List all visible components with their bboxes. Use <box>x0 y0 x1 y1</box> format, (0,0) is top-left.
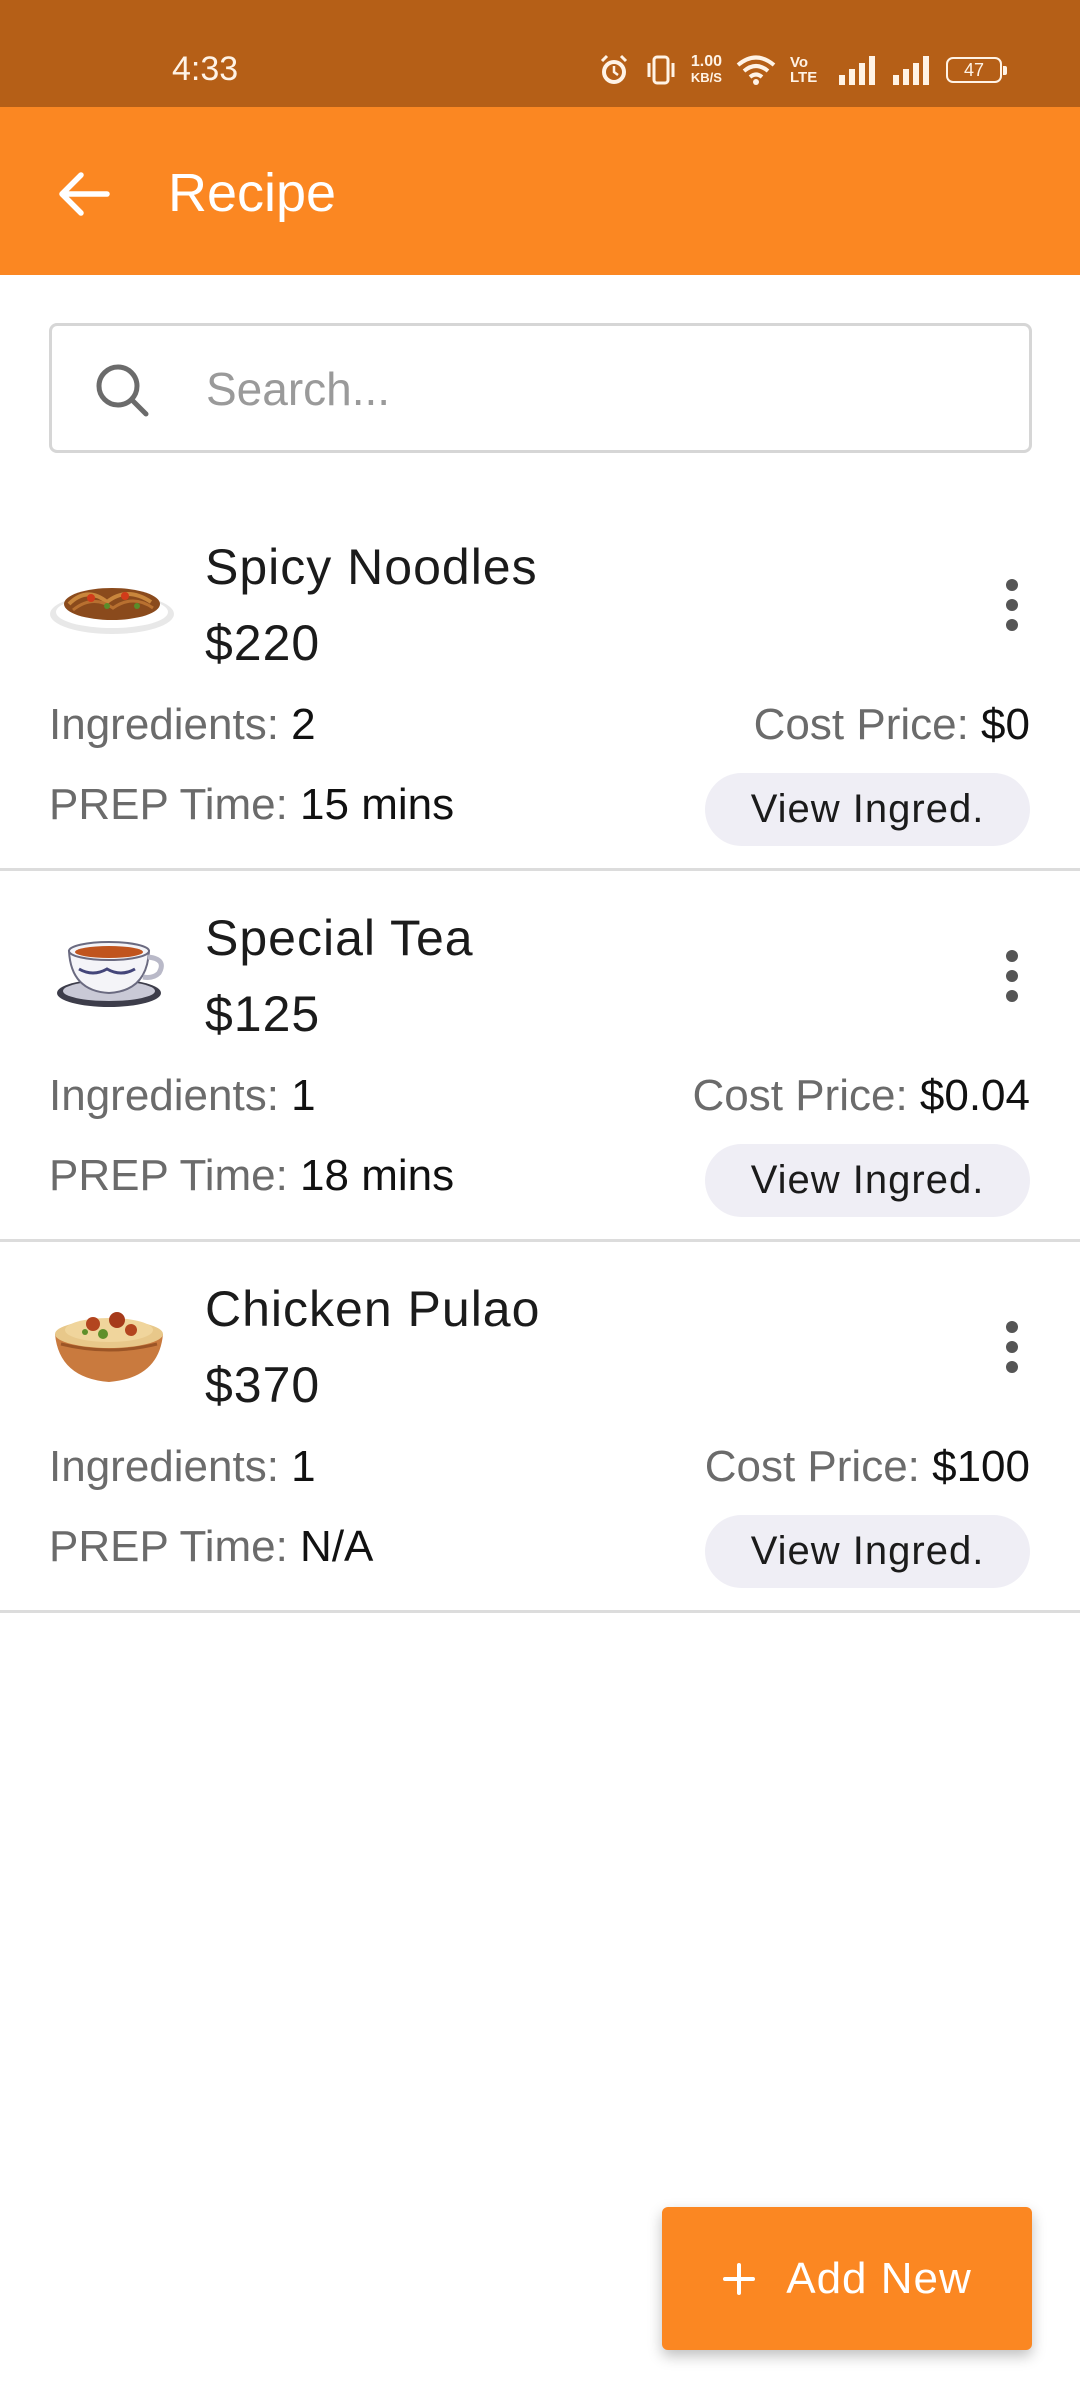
ingredients-count: Ingredients: 1 <box>49 1442 316 1492</box>
recipe-list: Spicy Noodles $220 Ingredients: 2 Cost P… <box>0 500 1080 1613</box>
search-box[interactable] <box>49 323 1032 453</box>
vibrate-icon <box>645 53 677 87</box>
recipe-price: $370 <box>205 1357 321 1413</box>
search-input[interactable] <box>204 346 988 432</box>
tea-cup-image <box>47 907 177 1037</box>
battery-icon: 47 <box>946 57 1007 83</box>
wifi-icon <box>736 54 776 86</box>
prep-time-label: PREP Time: <box>49 1151 301 1200</box>
ingredients-count: Ingredients: 2 <box>49 700 316 750</box>
net-speed-value: 1.00 <box>690 53 722 70</box>
prep-time-label: PREP Time: <box>49 780 301 829</box>
more-vertical-icon <box>1006 1321 1018 1373</box>
arrow-left-icon <box>59 172 110 216</box>
prep-time-label: PREP Time: <box>49 1522 301 1571</box>
prep-time-value: N/A <box>300 1522 374 1571</box>
net-speed-unit: KB/S <box>690 70 722 85</box>
more-vertical-icon <box>1006 950 1018 1002</box>
cost-price-label: Cost Price: <box>753 700 982 749</box>
recipe-name: Special Tea <box>205 910 474 966</box>
ingredients-value: 1 <box>291 1442 316 1491</box>
recipe-price: $125 <box>205 986 321 1042</box>
more-options-button[interactable] <box>992 570 1032 640</box>
alarm-icon <box>597 53 631 87</box>
net-speed-indicator: 1.00 KB/S <box>691 54 722 86</box>
cost-price-value: $0.04 <box>919 1071 1030 1120</box>
prep-time-value: 18 mins <box>300 1151 455 1200</box>
app-bar: Recipe <box>0 107 1080 275</box>
recipe-card[interactable]: Chicken Pulao $370 Ingredients: 1 Cost P… <box>0 1242 1080 1613</box>
pulao-bowl-image <box>47 1278 177 1408</box>
battery-level: 47 <box>963 59 985 80</box>
recipe-card[interactable]: Special Tea $125 Ingredients: 1 Cost Pri… <box>0 871 1080 1242</box>
cost-price-label: Cost Price: <box>704 1442 933 1491</box>
noodles-image <box>47 536 177 666</box>
recipe-name: Chicken Pulao <box>205 1281 541 1337</box>
prep-time: PREP Time: 18 mins <box>49 1151 454 1201</box>
recipe-price: $220 <box>205 615 321 671</box>
view-ingredients-button[interactable]: View Ingred. <box>705 1144 1030 1217</box>
prep-time: PREP Time: 15 mins <box>49 780 454 830</box>
ingredients-count: Ingredients: 1 <box>49 1071 316 1121</box>
more-options-button[interactable] <box>992 941 1032 1011</box>
ingredients-value: 1 <box>291 1071 316 1120</box>
more-vertical-icon <box>1006 579 1018 631</box>
prep-time-value: 15 mins <box>300 780 455 829</box>
more-options-button[interactable] <box>992 1312 1032 1382</box>
ingredients-label: Ingredients: <box>49 1442 292 1491</box>
ingredients-label: Ingredients: <box>49 1071 292 1120</box>
cost-price-value: $100 <box>932 1442 1030 1491</box>
cost-price-label: Cost Price: <box>692 1071 920 1120</box>
view-ingredients-button[interactable]: View Ingred. <box>705 773 1030 846</box>
view-ingredients-button[interactable]: View Ingred. <box>705 1515 1030 1588</box>
status-time: 4:33 <box>172 50 239 88</box>
add-new-button[interactable]: Add New <box>662 2207 1032 2350</box>
volte-indicator: Vo LTE <box>790 54 818 86</box>
status-bar: 4:33 1.00 KB/S Vo LTE 47 <box>0 0 1080 107</box>
cost-price-value: $0 <box>981 700 1030 749</box>
cost-price: Cost Price: $0 <box>754 700 1030 750</box>
signal-icon-2 <box>892 55 932 85</box>
plus-icon <box>723 2262 756 2295</box>
recipe-name: Spicy Noodles <box>205 539 538 595</box>
cost-price: Cost Price: $0.04 <box>693 1071 1031 1121</box>
prep-time: PREP Time: N/A <box>49 1522 373 1572</box>
recipe-card[interactable]: Spicy Noodles $220 Ingredients: 2 Cost P… <box>0 500 1080 871</box>
ingredients-value: 2 <box>291 700 316 749</box>
ingredients-label: Ingredients: <box>49 700 292 749</box>
page-title: Recipe <box>168 163 337 223</box>
status-icons: 1.00 KB/S Vo LTE 47 <box>597 50 1007 90</box>
back-button[interactable] <box>50 160 118 228</box>
search-icon <box>92 360 152 425</box>
signal-icon-1 <box>838 55 878 85</box>
cost-price: Cost Price: $100 <box>705 1442 1030 1492</box>
add-new-label: Add New <box>786 2253 972 2303</box>
